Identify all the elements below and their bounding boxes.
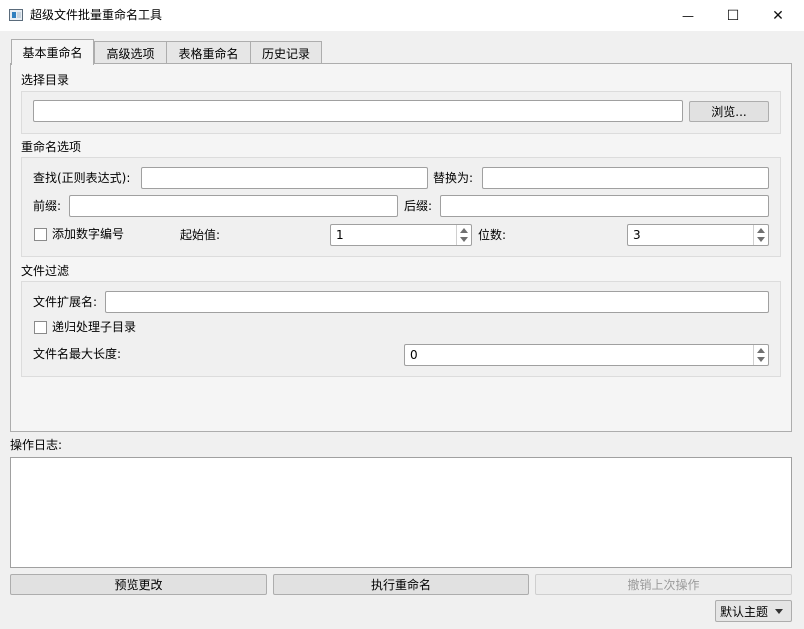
suffix-input[interactable]: [440, 195, 769, 217]
recursive-label: 递归处理子目录: [52, 320, 137, 334]
undo-button[interactable]: 撤销上次操作: [535, 574, 792, 595]
minimize-button[interactable]: —: [665, 0, 711, 31]
max-length-spinbox[interactable]: 0: [404, 344, 769, 366]
start-value-spin-arrows[interactable]: [456, 225, 471, 245]
prefix-input[interactable]: [69, 195, 398, 217]
theme-select-value: 默认主题: [720, 604, 769, 619]
spin-down-icon: [757, 357, 765, 362]
max-length-spin-arrows[interactable]: [753, 345, 768, 365]
close-button[interactable]: ✕: [755, 0, 801, 31]
chevron-down-icon: [775, 609, 783, 614]
app-icon: [9, 9, 23, 21]
spin-down-icon: [757, 237, 765, 242]
directory-path-input[interactable]: [33, 100, 683, 122]
digits-spinbox[interactable]: 3: [627, 224, 769, 246]
tab-basic-rename[interactable]: 基本重命名: [11, 39, 94, 65]
spin-down-icon: [460, 237, 468, 242]
tab-advanced-options[interactable]: 高级选项: [94, 41, 167, 64]
theme-select[interactable]: 默认主题: [715, 600, 792, 622]
tab-history[interactable]: 历史记录: [250, 41, 322, 64]
max-length-label: 文件名最大长度:: [33, 347, 122, 361]
section-label-rename: 重命名选项: [21, 140, 82, 154]
start-value-label: 起始值:: [180, 228, 221, 242]
replace-label: 替换为:: [433, 171, 474, 185]
close-icon: ✕: [772, 7, 784, 24]
numbering-label: 添加数字编号: [52, 227, 125, 241]
spin-up-icon: [757, 348, 765, 353]
minimize-icon: —: [682, 8, 694, 23]
start-value-text: 1: [336, 228, 344, 242]
digits-text: 3: [633, 228, 641, 242]
spin-up-icon: [757, 228, 765, 233]
numbering-checkbox[interactable]: [34, 228, 47, 241]
suffix-label: 后缀:: [404, 199, 433, 213]
find-label: 查找(正则表达式):: [33, 171, 131, 185]
section-label-directory: 选择目录: [21, 73, 70, 87]
log-textarea[interactable]: [10, 457, 792, 568]
replace-input[interactable]: [482, 167, 769, 189]
maximize-button[interactable]: ☐: [710, 0, 756, 31]
section-label-filter: 文件过滤: [21, 264, 70, 278]
execute-rename-button[interactable]: 执行重命名: [273, 574, 529, 595]
extension-input[interactable]: [105, 291, 769, 313]
digits-label: 位数:: [478, 228, 507, 242]
log-label: 操作日志:: [10, 438, 63, 452]
preview-button[interactable]: 预览更改: [10, 574, 267, 595]
digits-spin-arrows[interactable]: [753, 225, 768, 245]
tab-table-rename[interactable]: 表格重命名: [166, 41, 251, 64]
window-title: 超级文件批量重命名工具: [30, 8, 163, 22]
browse-button[interactable]: 浏览...: [689, 101, 769, 122]
maximize-icon: ☐: [726, 7, 740, 24]
max-length-text: 0: [410, 348, 418, 362]
recursive-checkbox[interactable]: [34, 321, 47, 334]
start-value-spinbox[interactable]: 1: [330, 224, 472, 246]
prefix-label: 前缀:: [33, 199, 62, 213]
find-input[interactable]: [141, 167, 428, 189]
extension-label: 文件扩展名:: [33, 295, 98, 309]
spin-up-icon: [460, 228, 468, 233]
